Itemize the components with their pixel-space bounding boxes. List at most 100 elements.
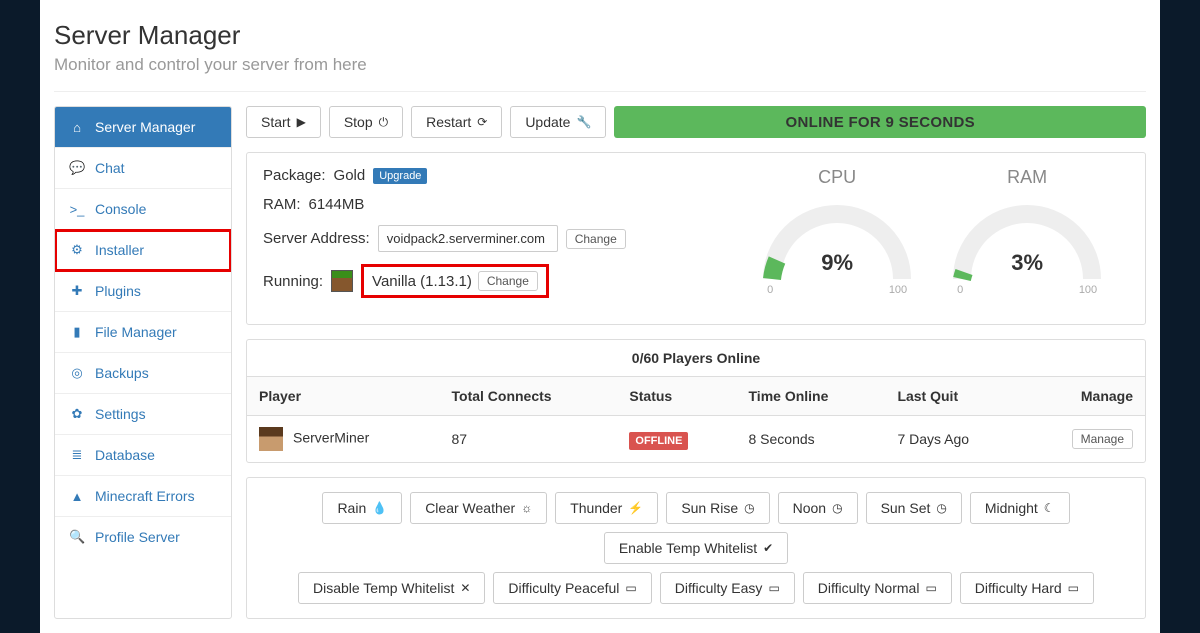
sidebar-item-file-manager[interactable]: ▮File Manager <box>55 312 231 353</box>
play-icon: ▶ <box>297 115 306 129</box>
clock-icon: ◷ <box>832 501 842 515</box>
upgrade-badge[interactable]: Upgrade <box>373 168 427 184</box>
label: Restart <box>426 114 471 130</box>
server-address-field[interactable]: voidpack2.serverminer.com <box>378 225 558 252</box>
player-last-quit: 7 Days Ago <box>885 416 1022 463</box>
sidebar-item-plugins[interactable]: ✚Plugins <box>55 271 231 312</box>
search-icon: 🔍 <box>69 529 85 545</box>
midnight-button[interactable]: Midnight ☾ <box>970 492 1070 524</box>
thunder-button[interactable]: Thunder⚡ <box>555 492 658 524</box>
grass-block-icon <box>331 270 353 292</box>
ram-label: RAM: <box>263 196 301 213</box>
sidebar-item-label: Console <box>95 201 146 217</box>
sunrise-button[interactable]: Sun Rise◷ <box>666 492 769 524</box>
change-version-button[interactable]: Change <box>478 271 538 291</box>
label: Clear Weather <box>425 500 515 516</box>
noon-button[interactable]: Noon◷ <box>778 492 858 524</box>
package-label: Package: <box>263 167 326 184</box>
players-table: Player Total Connects Status Time Online… <box>247 377 1145 462</box>
sidebar-item-installer[interactable]: ⚙Installer <box>55 230 231 271</box>
droplet-icon: 💧 <box>372 501 387 515</box>
table-row: ServerMiner 87 OFFLINE 8 Seconds 7 Days … <box>247 416 1145 463</box>
label: Rain <box>337 500 366 516</box>
clock-icon: ◷ <box>744 501 754 515</box>
stop-button[interactable]: Stop⏻ <box>329 106 403 138</box>
label: Difficulty Hard <box>975 580 1062 596</box>
label: Difficulty Normal <box>818 580 920 596</box>
file-icon: ▮ <box>69 324 85 340</box>
sidebar-item-settings[interactable]: ✿Settings <box>55 394 231 435</box>
refresh-icon: ⟳ <box>477 115 487 129</box>
ram-gauge-value: 3% <box>947 250 1107 276</box>
ram-value: 6144MB <box>309 196 365 213</box>
enable-whitelist-button[interactable]: Enable Temp Whitelist ✔ <box>604 532 788 564</box>
update-button[interactable]: Update🔧 <box>510 106 606 138</box>
difficulty-peaceful-button[interactable]: Difficulty Peaceful▭ <box>493 572 651 604</box>
database-icon: ≣ <box>69 447 85 463</box>
label: Midnight <box>985 500 1038 516</box>
player-time-online: 8 Seconds <box>737 416 886 463</box>
sidebar-item-label: Minecraft Errors <box>95 488 195 504</box>
running-label: Running: <box>263 273 323 290</box>
label: Sun Set <box>881 500 931 516</box>
sidebar-item-server-manager[interactable]: ⌂ Server Manager <box>55 107 231 148</box>
start-button[interactable]: Start▶ <box>246 106 321 138</box>
label: Thunder <box>570 500 622 516</box>
quick-actions-panel: Rain💧 Clear Weather☼ Thunder⚡ Sun Rise◷ … <box>246 477 1146 619</box>
clear-weather-button[interactable]: Clear Weather☼ <box>410 492 547 524</box>
players-online-header: 0/60 Players Online <box>247 340 1145 377</box>
check-icon: ✔ <box>763 541 773 555</box>
sidebar-item-label: Server Manager <box>95 119 195 135</box>
label: Difficulty Easy <box>675 580 763 596</box>
label: Difficulty Peaceful <box>508 580 619 596</box>
restart-button[interactable]: Restart ⟳ <box>411 106 502 138</box>
sidebar-item-backups[interactable]: ◎Backups <box>55 353 231 394</box>
label: Enable Temp Whitelist <box>619 540 757 556</box>
col-time: Time Online <box>737 377 886 416</box>
gauge-min: 0 <box>957 284 963 296</box>
terminal-icon: >_ <box>69 202 85 217</box>
book-icon: ▭ <box>925 581 936 595</box>
col-player: Player <box>247 377 440 416</box>
chat-icon: 💬 <box>69 160 85 176</box>
gauge-max: 100 <box>889 284 907 296</box>
ram-gauge-title: RAM <box>947 167 1107 188</box>
page-subtitle: Monitor and control your server from her… <box>54 55 1146 75</box>
book-icon: ▭ <box>1068 581 1079 595</box>
puzzle-icon: ✚ <box>69 283 85 299</box>
rain-button[interactable]: Rain 💧 <box>322 492 402 524</box>
sidebar-item-label: Chat <box>95 160 125 176</box>
wrench-icon: 🔧 <box>576 115 591 129</box>
sidebar-item-database[interactable]: ≣Database <box>55 435 231 476</box>
difficulty-easy-button[interactable]: Difficulty Easy ▭ <box>660 572 795 604</box>
cpu-gauge: CPU 9% 0 100 <box>757 167 917 310</box>
sunset-button[interactable]: Sun Set ◷ <box>866 492 962 524</box>
gauge-min: 0 <box>767 284 773 296</box>
warning-icon: ▲ <box>69 489 85 504</box>
label: Stop <box>344 114 373 130</box>
package-value: Gold <box>334 167 366 184</box>
sidebar-item-chat[interactable]: 💬 Chat <box>55 148 231 189</box>
difficulty-hard-button[interactable]: Difficulty Hard ▭ <box>960 572 1094 604</box>
clock-icon: ◷ <box>936 501 946 515</box>
manage-player-button[interactable]: Manage <box>1072 429 1133 449</box>
change-address-button[interactable]: Change <box>566 229 626 249</box>
status-banner: ONLINE FOR 9 SECONDS <box>614 106 1146 138</box>
home-icon: ⌂ <box>69 120 85 135</box>
moon-icon: ☾ <box>1044 501 1055 515</box>
gears-icon: ⚙ <box>69 242 85 258</box>
sidebar-item-minecraft-errors[interactable]: ▲ Minecraft Errors <box>55 476 231 517</box>
sidebar-item-console[interactable]: >_ Console <box>55 189 231 230</box>
col-manage: Manage <box>1023 377 1145 416</box>
difficulty-normal-button[interactable]: Difficulty Normal ▭ <box>803 572 952 604</box>
sidebar-item-label: Profile Server <box>95 529 180 545</box>
sidebar-item-label: Backups <box>95 365 149 381</box>
disable-whitelist-button[interactable]: Disable Temp Whitelist✕ <box>298 572 485 604</box>
gear-icon: ✿ <box>69 406 85 422</box>
page-title: Server Manager <box>54 20 1146 51</box>
sidebar-item-profile-server[interactable]: 🔍 Profile Server <box>55 517 231 557</box>
book-icon: ▭ <box>768 581 779 595</box>
cpu-gauge-title: CPU <box>757 167 917 188</box>
cpu-gauge-value: 9% <box>757 250 917 276</box>
running-value: Vanilla (1.13.1) <box>372 273 472 290</box>
